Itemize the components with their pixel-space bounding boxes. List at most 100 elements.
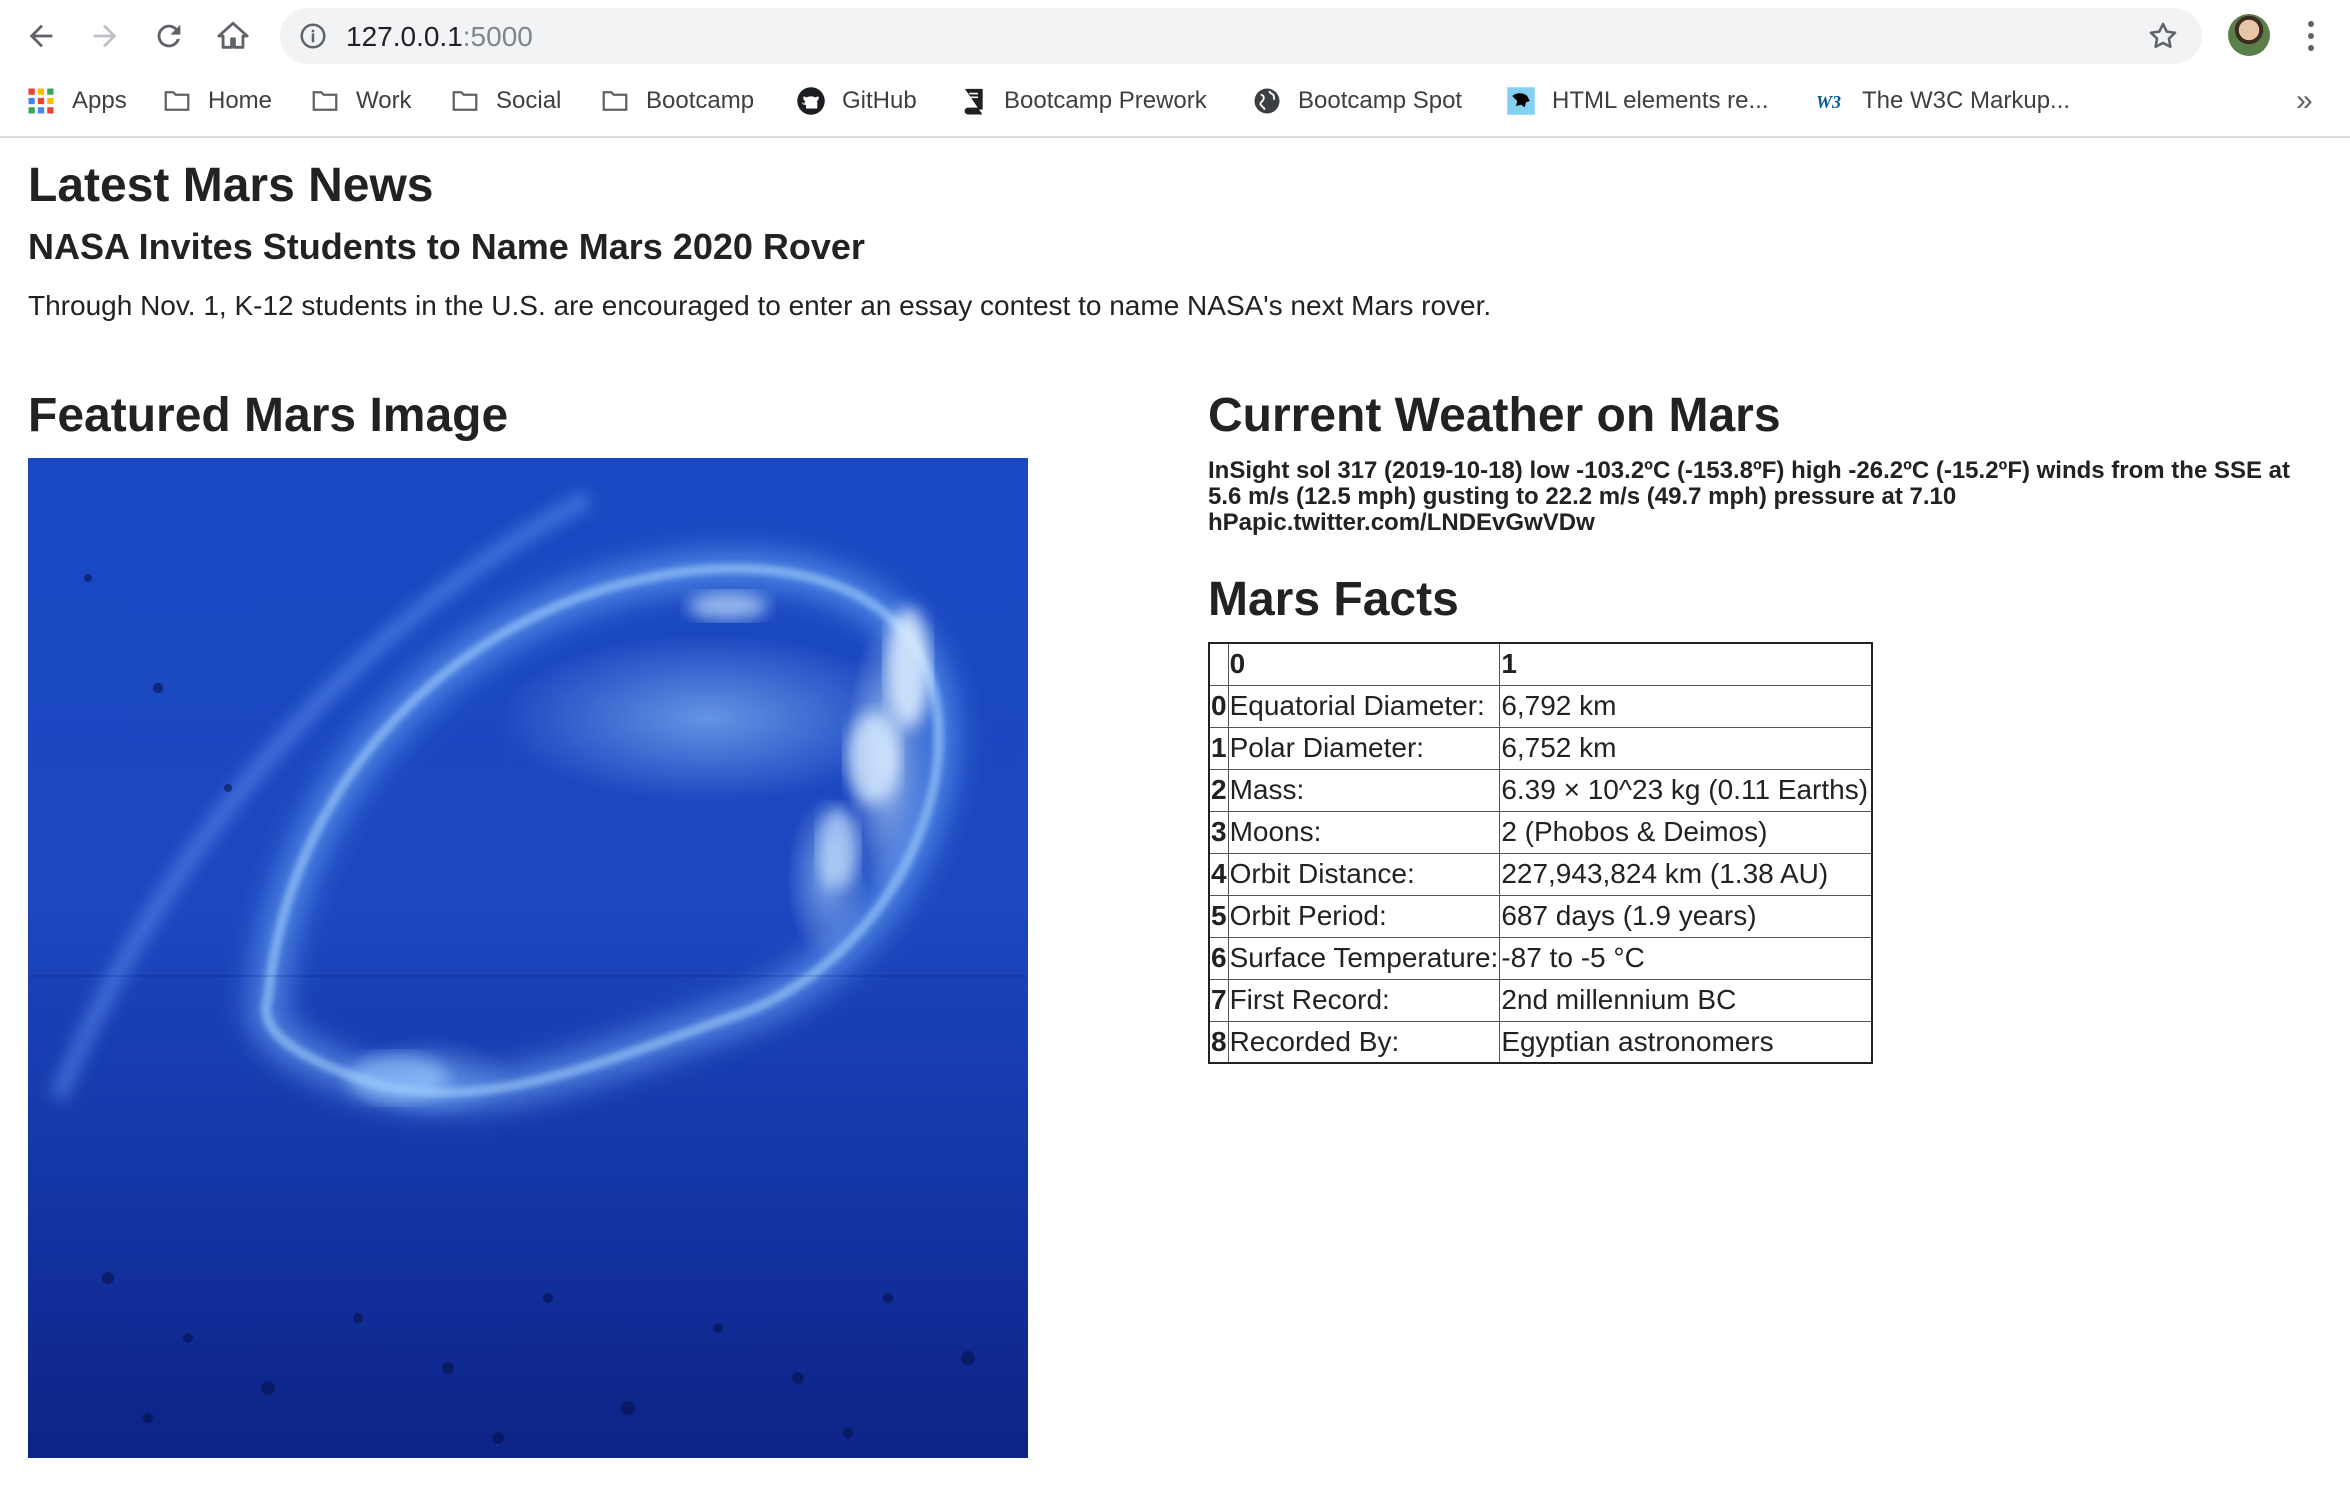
bookmark-html-elements[interactable]: HTML elements re... <box>1506 76 1769 126</box>
fact-label: First Record: <box>1227 978 1501 1022</box>
bookmark-folder-bootcamp[interactable]: Bootcamp <box>600 76 754 126</box>
back-button[interactable] <box>14 9 68 63</box>
folder-icon <box>162 86 192 116</box>
bookmark-w3c-markup[interactable]: W3 The W3C Markup... <box>1816 76 2070 126</box>
row-index: 5 <box>1208 894 1229 938</box>
fact-value: 6,752 km <box>1499 726 1873 770</box>
bookmark-folder-work[interactable]: Work <box>310 76 412 126</box>
news-paragraph: Through Nov. 1, K-12 students in the U.S… <box>28 290 1492 321</box>
featured-image-heading: Featured Mars Image <box>28 389 509 442</box>
bookmark-github[interactable]: GitHub <box>796 76 917 126</box>
mars-facts-heading: Mars Facts <box>1208 573 1459 626</box>
fact-label: Orbit Period: <box>1227 894 1501 938</box>
bookmark-label: Apps <box>72 87 127 114</box>
header-cell: 0 <box>1227 642 1501 686</box>
address-bar[interactable]: 127.0.0.1:5000 <box>280 8 2202 64</box>
table-header-row: 0 1 <box>1208 642 1873 686</box>
globe-icon <box>1252 86 1282 116</box>
table-row: 7 First Record: 2nd millennium BC <box>1208 978 1873 1022</box>
fact-value: Egyptian astronomers <box>1499 1020 1873 1064</box>
bookmark-star-icon[interactable] <box>2146 19 2180 53</box>
book-icon <box>958 86 988 116</box>
row-index: 6 <box>1208 936 1229 980</box>
fact-label: Recorded By: <box>1227 1020 1501 1064</box>
fact-label: Surface Temperature: <box>1227 936 1501 980</box>
reload-icon <box>157 24 181 48</box>
browser-menu-button[interactable] <box>2296 14 2326 58</box>
fact-value: 2nd millennium BC <box>1499 978 1873 1022</box>
row-index: 4 <box>1208 852 1229 896</box>
table-row: 2 Mass: 6.39 × 10^23 kg (0.11 Earths) <box>1208 768 1873 812</box>
folder-icon <box>600 86 630 116</box>
svg-text:W3: W3 <box>1816 92 1841 112</box>
weather-heading: Current Weather on Mars <box>1208 389 1781 442</box>
row-index: 8 <box>1208 1020 1229 1064</box>
bookmark-folder-home[interactable]: Home <box>162 76 272 126</box>
bookmark-label: HTML elements re... <box>1552 87 1769 114</box>
back-arrow-icon <box>29 24 53 48</box>
github-icon <box>796 86 826 116</box>
fact-value: -87 to -5 °C <box>1499 936 1873 980</box>
bookmark-label: Bootcamp Prework <box>1004 87 1207 114</box>
header-index-cell <box>1208 642 1229 686</box>
fact-label: Moons: <box>1227 810 1501 854</box>
profile-avatar[interactable] <box>2228 14 2270 56</box>
table-row: 3 Moons: 2 (Phobos & Deimos) <box>1208 810 1873 854</box>
table-row: 0 Equatorial Diameter: 6,792 km <box>1208 684 1873 728</box>
header-cell: 1 <box>1499 642 1873 686</box>
row-index: 0 <box>1208 684 1229 728</box>
fact-value: 6,792 km <box>1499 684 1873 728</box>
home-icon <box>217 21 249 49</box>
browser-chrome: 127.0.0.1:5000 Apps Home Work Social Boo… <box>0 0 2350 138</box>
bookmark-label: Social <box>496 87 562 114</box>
page-content: Latest Mars News NASA Invites Students t… <box>0 140 2350 1486</box>
folder-icon <box>450 86 480 116</box>
reload-button[interactable] <box>142 9 196 63</box>
bookmark-bootcamp-prework[interactable]: Bootcamp Prework <box>958 76 1207 126</box>
table-row: 6 Surface Temperature: -87 to -5 °C <box>1208 936 1873 980</box>
folder-icon <box>310 86 340 116</box>
forward-arrow-icon <box>93 24 117 48</box>
url-port: :5000 <box>462 21 533 52</box>
news-title: NASA Invites Students to Name Mars 2020 … <box>28 226 865 267</box>
aurora-image-art <box>28 490 1028 1444</box>
bookmarks-overflow-button[interactable]: » <box>2296 76 2313 126</box>
table-row: 8 Recorded By: Egyptian astronomers <box>1208 1020 1873 1064</box>
bookmark-label: The W3C Markup... <box>1862 87 2071 114</box>
latest-news-heading: Latest Mars News <box>28 159 434 212</box>
bookmark-label: Work <box>356 87 412 114</box>
fact-label: Equatorial Diameter: <box>1227 684 1501 728</box>
featured-mars-image <box>28 458 1028 1458</box>
bookmark-label: Bootcamp <box>646 87 755 114</box>
table-row: 1 Polar Diameter: 6,752 km <box>1208 726 1873 770</box>
weather-tweet-text: InSight sol 317 (2019-10-18) low -103.2º… <box>1208 457 2291 536</box>
row-index: 7 <box>1208 978 1229 1022</box>
fact-label: Polar Diameter: <box>1227 726 1501 770</box>
bookmark-label: GitHub <box>842 87 917 114</box>
mars-facts-table: 0 1 0 Equatorial Diameter: 6,792 km 1 Po… <box>1208 642 1873 1064</box>
table-row: 5 Orbit Period: 687 days (1.9 years) <box>1208 894 1873 938</box>
home-button[interactable] <box>206 9 260 63</box>
bookmark-label: Home <box>208 87 273 114</box>
table-row: 4 Orbit Distance: 227,943,824 km (1.38 A… <box>1208 852 1873 896</box>
url-text[interactable]: 127.0.0.1:5000 <box>346 21 533 53</box>
bookmark-label: Bootcamp Spot <box>1298 87 1463 114</box>
fact-label: Mass: <box>1227 768 1501 812</box>
row-index: 1 <box>1208 726 1229 770</box>
info-icon[interactable] <box>298 21 328 51</box>
apps-grid-icon <box>26 86 56 116</box>
fact-value: 227,943,824 km (1.38 AU) <box>1499 852 1873 896</box>
bookmark-bootcamp-spot[interactable]: Bootcamp Spot <box>1252 76 1462 126</box>
bookmark-folder-social[interactable]: Social <box>450 76 561 126</box>
row-index: 2 <box>1208 768 1229 812</box>
mdn-icon <box>1506 86 1536 116</box>
forward-button[interactable] <box>78 9 132 63</box>
fact-value: 2 (Phobos & Deimos) <box>1499 810 1873 854</box>
fact-value: 687 days (1.9 years) <box>1499 894 1873 938</box>
bookmarks-bar: Apps Home Work Social Bootcamp GitHub Bo… <box>0 76 2350 126</box>
w3c-icon: W3 <box>1816 86 1846 116</box>
url-host: 127.0.0.1 <box>346 21 463 52</box>
row-index: 3 <box>1208 810 1229 854</box>
bookmark-apps[interactable]: Apps <box>26 76 127 126</box>
fact-label: Orbit Distance: <box>1227 852 1501 896</box>
